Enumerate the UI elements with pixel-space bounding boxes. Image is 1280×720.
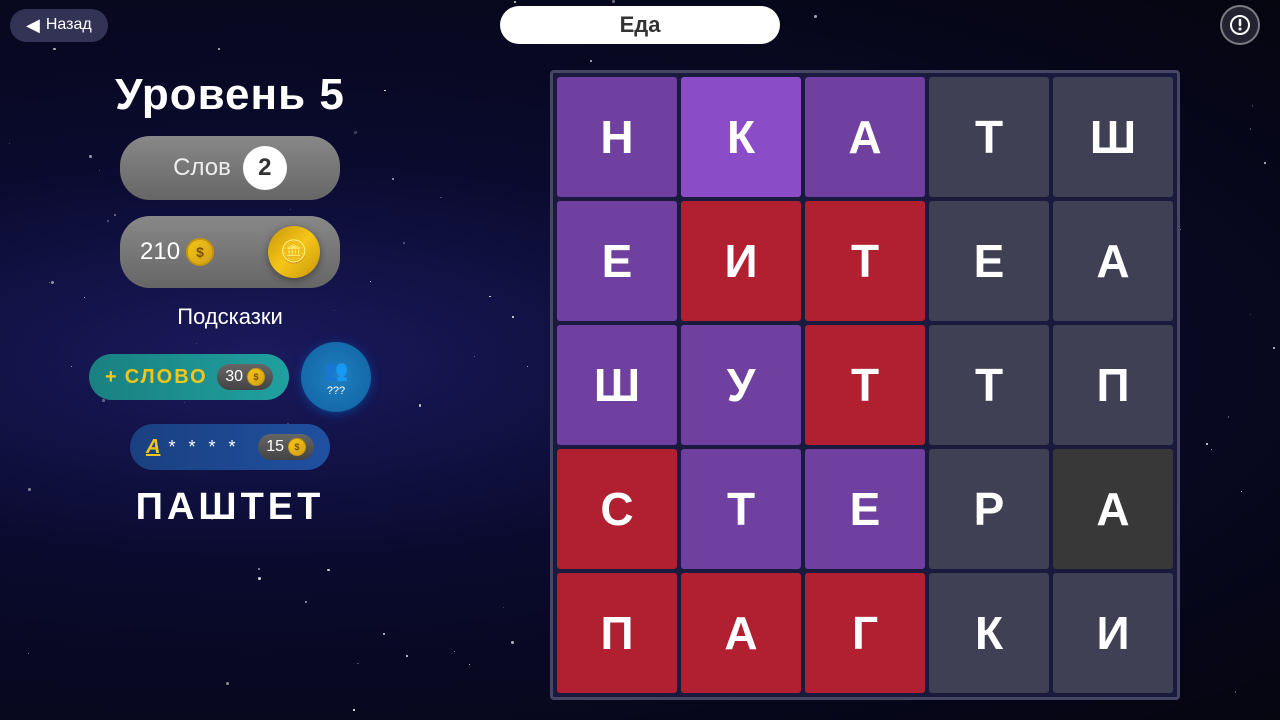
grid-cell-14[interactable]: П bbox=[1053, 325, 1173, 445]
grid-cell-18[interactable]: Р bbox=[929, 449, 1049, 569]
hint-stars: * * * * bbox=[168, 437, 239, 458]
hints-title: Подсказки bbox=[177, 304, 283, 330]
hints-section: Подсказки + СЛОВО 30 $ 👥 ??? bbox=[10, 304, 450, 470]
hint-letter-icon: А bbox=[146, 436, 160, 459]
grid-cell-24[interactable]: И bbox=[1053, 573, 1173, 693]
coins-badge: 210 $ 🪙 bbox=[120, 216, 340, 288]
add-coins-button[interactable]: 🪙 bbox=[268, 226, 320, 278]
hint-word-cost-coin: $ bbox=[247, 368, 265, 386]
grid-cell-5[interactable]: Е bbox=[557, 201, 677, 321]
grid-cell-7[interactable]: Т bbox=[805, 201, 925, 321]
hint-word-text: СЛОВО bbox=[125, 366, 208, 389]
top-bar: ◀ Назад Еда bbox=[0, 0, 1280, 50]
grid-cell-10[interactable]: Ш bbox=[557, 325, 677, 445]
grid-cell-17[interactable]: Е bbox=[805, 449, 925, 569]
grid-cell-6[interactable]: И bbox=[681, 201, 801, 321]
screen: ◀ Назад Еда Уровень 5 Слов 2 210 bbox=[0, 0, 1280, 720]
grid-cell-4[interactable]: Ш bbox=[1053, 77, 1173, 197]
grid-cell-20[interactable]: П bbox=[557, 573, 677, 693]
grid-cell-2[interactable]: А bbox=[805, 77, 925, 197]
hint-word-button[interactable]: + СЛОВО 30 $ bbox=[89, 354, 289, 400]
friends-button[interactable]: 👥 ??? bbox=[301, 342, 371, 412]
grid-cell-9[interactable]: А bbox=[1053, 201, 1173, 321]
back-arrow-icon: ◀ bbox=[26, 15, 40, 36]
hint-word-cost: 30 $ bbox=[217, 364, 273, 390]
grid-cell-15[interactable]: С bbox=[557, 449, 677, 569]
friends-label: ??? bbox=[327, 385, 345, 397]
letter-grid: НКАТШЕИТЕАШУТТПСТЕРАПАГКИ bbox=[550, 70, 1180, 700]
coin-icon: $ bbox=[186, 238, 214, 266]
left-panel: Уровень 5 Слов 2 210 $ 🪙 Подсказки bbox=[10, 60, 450, 710]
hint-plus-icon: + bbox=[105, 366, 117, 389]
main-content: Уровень 5 Слов 2 210 $ 🪙 Подсказки bbox=[0, 50, 1280, 720]
words-label: Слов bbox=[173, 154, 231, 182]
words-badge: Слов 2 bbox=[120, 136, 340, 200]
back-label: Назад bbox=[46, 16, 92, 34]
grid-cell-0[interactable]: Н bbox=[557, 77, 677, 197]
grid-cell-3[interactable]: Т bbox=[929, 77, 1049, 197]
level-title: Уровень 5 bbox=[115, 70, 345, 120]
grid-cell-21[interactable]: А bbox=[681, 573, 801, 693]
back-button[interactable]: ◀ Назад bbox=[10, 9, 108, 42]
grid-cell-23[interactable]: К bbox=[929, 573, 1049, 693]
coins-stack-icon: 🪙 bbox=[280, 239, 307, 265]
current-word: ПАШТЕТ bbox=[136, 486, 325, 529]
right-panel: НКАТШЕИТЕАШУТТПСТЕРАПАГКИ bbox=[470, 60, 1260, 710]
friends-icon: 👥 bbox=[324, 358, 349, 383]
grid-cell-16[interactable]: Т bbox=[681, 449, 801, 569]
coins-number: 210 bbox=[140, 238, 180, 266]
coins-amount: 210 $ bbox=[140, 238, 214, 266]
grid-cell-12[interactable]: Т bbox=[805, 325, 925, 445]
grid-cell-1[interactable]: К bbox=[681, 77, 801, 197]
words-count: 2 bbox=[243, 146, 287, 190]
hint-top-icon[interactable] bbox=[1220, 5, 1260, 45]
hint-word-cost-number: 30 bbox=[225, 368, 243, 386]
topic-badge: Еда bbox=[500, 6, 780, 44]
grid-cell-13[interactable]: Т bbox=[929, 325, 1049, 445]
hint-letter-button[interactable]: А * * * * 15 $ bbox=[130, 424, 330, 470]
hint-letter-cost: 15 $ bbox=[258, 434, 314, 460]
hint2-row: А * * * * 15 $ bbox=[10, 424, 450, 470]
topic-label: Еда bbox=[620, 12, 661, 37]
hint1-row: + СЛОВО 30 $ 👥 ??? bbox=[10, 342, 450, 412]
hint-letter-cost-coin: $ bbox=[288, 438, 306, 456]
grid-cell-8[interactable]: Е bbox=[929, 201, 1049, 321]
grid-cell-19[interactable]: А bbox=[1053, 449, 1173, 569]
grid-cell-22[interactable]: Г bbox=[805, 573, 925, 693]
grid-cell-11[interactable]: У bbox=[681, 325, 801, 445]
hint-letter-cost-number: 15 bbox=[266, 438, 284, 456]
